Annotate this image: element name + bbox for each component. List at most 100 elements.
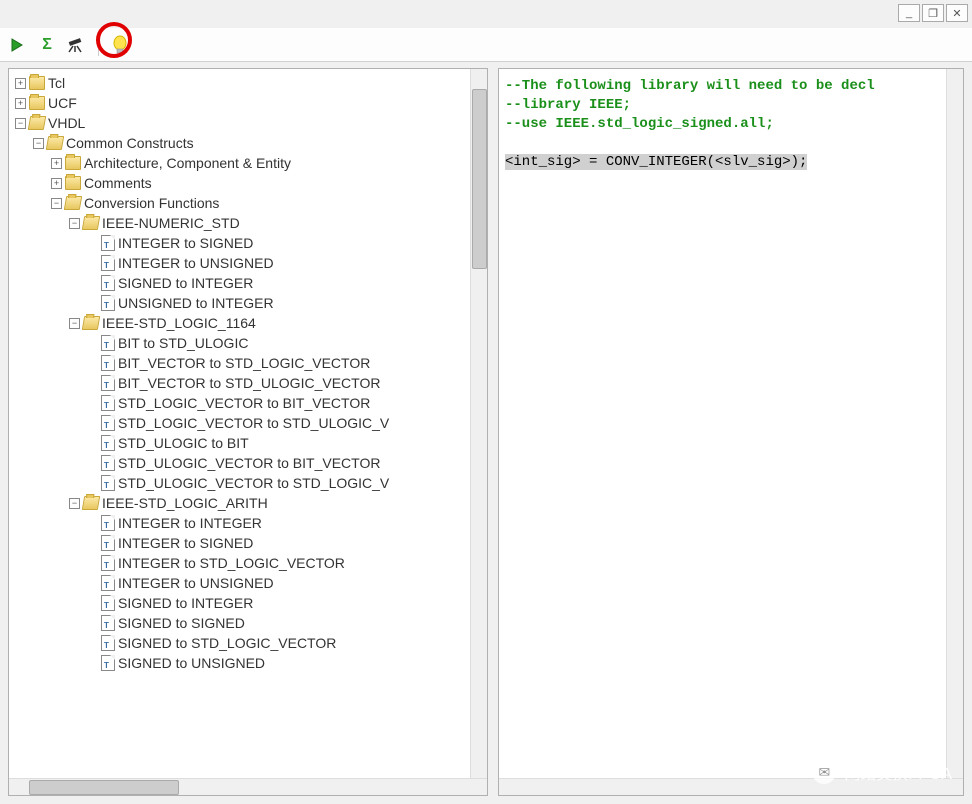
tree-spacer: [87, 338, 98, 349]
collapse-icon[interactable]: −: [69, 318, 80, 329]
file-icon: [101, 515, 115, 531]
tree-item-label: Comments: [84, 175, 152, 191]
tree-item-label: INTEGER to UNSIGNED: [118, 575, 274, 591]
tree-item-label: STD_ULOGIC to BIT: [118, 435, 249, 451]
tree-item-label: IEEE-NUMERIC_STD: [102, 215, 240, 231]
tree-item[interactable]: +Architecture, Component & Entity: [51, 153, 468, 173]
tree-item[interactable]: − IEEE-NUMERIC_STD: [69, 213, 468, 233]
collapse-icon[interactable]: −: [69, 498, 80, 509]
tree-item[interactable]: SIGNED to INTEGER: [87, 273, 468, 293]
tree-view[interactable]: +Tcl+UCF−VHDL−Common Constructs+Architec…: [9, 69, 470, 778]
tree-item[interactable]: + Comments: [51, 173, 468, 193]
toolbar: Σ: [0, 28, 972, 62]
folder-open-icon: [82, 316, 100, 330]
tree-spacer: [87, 638, 98, 649]
tree-item[interactable]: SIGNED to STD_LOGIC_VECTOR: [87, 633, 468, 653]
tree-item[interactable]: SIGNED to INTEGER: [87, 593, 468, 613]
wechat-icon: ✉: [812, 760, 836, 784]
folder-open-icon: [46, 136, 64, 150]
tree-item-label: Tcl: [48, 75, 65, 91]
tree-item-label: INTEGER to UNSIGNED: [118, 255, 274, 271]
tree-spacer: [87, 258, 98, 269]
tree-item[interactable]: + Tcl: [15, 73, 468, 93]
tree-item[interactable]: SIGNED to UNSIGNED: [87, 653, 468, 673]
tree-item-label: INTEGER to SIGNED: [118, 235, 253, 251]
file-icon: [101, 395, 115, 411]
file-icon: [101, 555, 115, 571]
tree-item-label: BIT to STD_ULOGIC: [118, 335, 248, 351]
tree-spacer: [87, 418, 98, 429]
tree-item[interactable]: + UCF: [15, 93, 468, 113]
tree-item-label: UNSIGNED to INTEGER: [118, 295, 274, 311]
expand-icon[interactable]: +: [51, 158, 62, 169]
tree-spacer: [87, 618, 98, 629]
file-icon: [101, 375, 115, 391]
collapse-icon[interactable]: −: [51, 198, 62, 209]
scroll-thumb[interactable]: [472, 89, 487, 269]
code-viewer[interactable]: --The following library will need to be …: [499, 69, 946, 778]
tree-item[interactable]: STD_ULOGIC_VECTOR to BIT_VECTOR: [87, 453, 468, 473]
main-content: +Tcl+UCF−VHDL−Common Constructs+Architec…: [8, 68, 964, 796]
expand-icon[interactable]: +: [15, 98, 26, 109]
minimize-button[interactable]: _: [898, 4, 920, 22]
file-icon: [101, 655, 115, 671]
collapse-icon[interactable]: −: [33, 138, 44, 149]
tree-item[interactable]: STD_LOGIC_VECTOR to BIT_VECTOR: [87, 393, 468, 413]
file-icon: [101, 535, 115, 551]
file-icon: [101, 575, 115, 591]
vertical-scrollbar[interactable]: [946, 69, 963, 778]
tree-item[interactable]: STD_ULOGIC_VECTOR to STD_LOGIC_V: [87, 473, 468, 493]
tree-item[interactable]: STD_ULOGIC to BIT: [87, 433, 468, 453]
horizontal-scrollbar[interactable]: [9, 778, 487, 795]
tree-item[interactable]: − VHDL: [15, 113, 468, 133]
lightbulb-icon[interactable]: [109, 34, 131, 56]
tree-item[interactable]: −IEEE-STD_LOGIC_1164: [69, 313, 468, 333]
folder-open-icon: [82, 496, 100, 510]
tree-item-label: SIGNED to UNSIGNED: [118, 655, 265, 671]
tree-item[interactable]: BIT_VECTOR to STD_LOGIC_VECTOR: [87, 353, 468, 373]
window-controls: _ ❐ ✕: [898, 4, 968, 22]
tree-item[interactable]: INTEGER to STD_LOGIC_VECTOR: [87, 553, 468, 573]
tree-item-label: IEEE-STD_LOGIC_ARITH: [102, 495, 268, 511]
tree-item-label: VHDL: [48, 115, 85, 131]
tree-item-label: INTEGER to STD_LOGIC_VECTOR: [118, 555, 345, 571]
tree-item[interactable]: −Conversion Functions: [51, 193, 468, 213]
file-icon: [101, 355, 115, 371]
tree-item[interactable]: INTEGER to UNSIGNED: [87, 573, 468, 593]
tree-item[interactable]: −Common Constructs: [33, 133, 468, 153]
collapse-icon[interactable]: −: [15, 118, 26, 129]
collapse-icon[interactable]: −: [69, 218, 80, 229]
vertical-scrollbar[interactable]: [470, 69, 487, 778]
scroll-thumb[interactable]: [29, 780, 179, 795]
tree-item[interactable]: INTEGER to SIGNED: [87, 533, 468, 553]
tree-item[interactable]: SIGNED to SIGNED: [87, 613, 468, 633]
file-icon: [101, 295, 115, 311]
file-icon: [101, 275, 115, 291]
file-icon: [101, 595, 115, 611]
tree-spacer: [87, 518, 98, 529]
tree-item-label: UCF: [48, 95, 77, 111]
tree-item-label: INTEGER to SIGNED: [118, 535, 253, 551]
tree-item[interactable]: − IEEE-STD_LOGIC_ARITH: [69, 493, 468, 513]
tree-item[interactable]: UNSIGNED to INTEGER: [87, 293, 468, 313]
tree-spacer: [87, 298, 98, 309]
play-icon[interactable]: [6, 34, 28, 56]
maximize-button[interactable]: ❐: [922, 4, 944, 22]
tree-item[interactable]: BIT to STD_ULOGIC: [87, 333, 468, 353]
tree-item-label: STD_LOGIC_VECTOR to STD_ULOGIC_V: [118, 415, 389, 431]
tree-item[interactable]: BIT_VECTOR to STD_ULOGIC_VECTOR: [87, 373, 468, 393]
tree-item[interactable]: INTEGER to SIGNED: [87, 233, 468, 253]
tree-spacer: [87, 538, 98, 549]
close-button[interactable]: ✕: [946, 4, 968, 22]
folder-icon: [65, 176, 81, 190]
tree-item[interactable]: STD_LOGIC_VECTOR to STD_ULOGIC_V: [87, 413, 468, 433]
telescope-icon[interactable]: [66, 34, 88, 56]
folder-open-icon: [82, 216, 100, 230]
tree-item[interactable]: INTEGER to UNSIGNED: [87, 253, 468, 273]
tree-item[interactable]: INTEGER to INTEGER: [87, 513, 468, 533]
expand-icon[interactable]: +: [15, 78, 26, 89]
sigma-icon[interactable]: Σ: [36, 34, 58, 56]
expand-icon[interactable]: +: [51, 178, 62, 189]
folder-open-icon: [28, 116, 46, 130]
tree-spacer: [87, 278, 98, 289]
